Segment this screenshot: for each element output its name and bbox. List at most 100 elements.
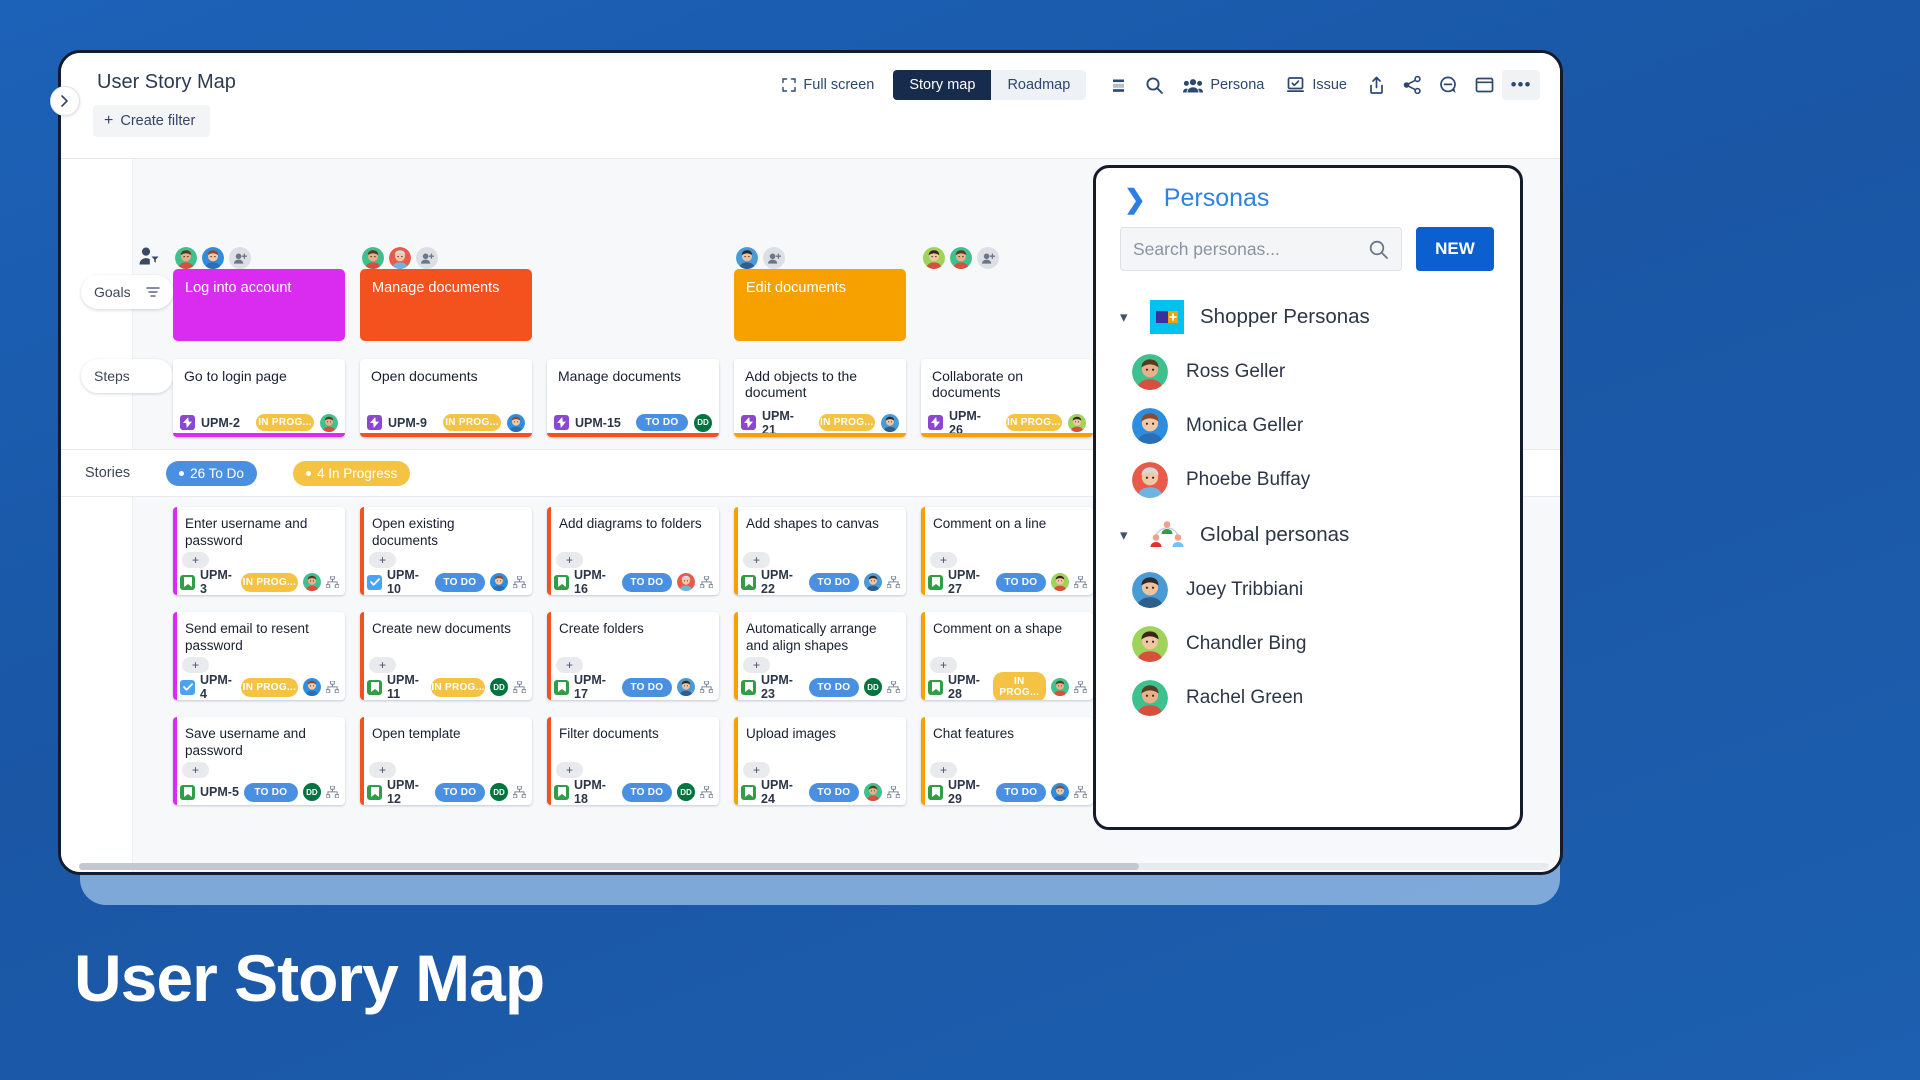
assignee-avatar[interactable] [864, 783, 882, 801]
story-card[interactable]: Upload images+UPM-24TO DO [734, 717, 906, 805]
story-card[interactable]: Chat features+UPM-29TO DO [921, 717, 1093, 805]
status-badge[interactable]: TO DO [244, 783, 298, 802]
share-button[interactable] [1394, 69, 1430, 101]
persona-group[interactable]: ▾Shopper Personas [1096, 289, 1520, 345]
issue-key[interactable]: UPM-23 [761, 673, 804, 700]
add-subtask-button[interactable]: + [930, 552, 957, 568]
board-button[interactable] [1466, 69, 1502, 101]
new-persona-button[interactable]: NEW [1416, 227, 1494, 271]
horizontal-scrollbar[interactable] [79, 863, 1549, 870]
status-badge[interactable]: TO DO [809, 678, 859, 697]
add-subtask-button[interactable]: + [743, 552, 770, 568]
chevron-right-icon[interactable]: ❯ [1124, 186, 1146, 212]
issue-key[interactable]: UPM-18 [574, 778, 617, 805]
status-badge[interactable]: TO DO [809, 783, 859, 802]
assignee-avatar[interactable] [507, 414, 525, 432]
status-badge[interactable]: TO DO [622, 783, 672, 802]
avatar[interactable] [202, 247, 224, 269]
issue-key[interactable]: UPM-10 [387, 568, 430, 595]
status-badge[interactable]: IN PROG... [241, 573, 298, 592]
status-badge[interactable]: TO DO [435, 573, 485, 592]
status-badge-todo[interactable]: 26 To Do [166, 461, 257, 486]
filter-person-icon[interactable] [139, 247, 159, 265]
persona-list-item[interactable]: Joey Tribbiani [1096, 563, 1520, 617]
step-card[interactable]: Collaborate on documentsUPM-26IN PROG... [921, 359, 1093, 437]
chevron-down-icon[interactable]: ▾ [1120, 526, 1134, 544]
story-card[interactable]: Open existing documents+UPM-10TO DO [360, 507, 532, 595]
story-card[interactable]: Enter username and password+UPM-3IN PROG… [173, 507, 345, 595]
avatar[interactable] [175, 247, 197, 269]
sidebar-collapse-button[interactable] [50, 86, 80, 116]
issue-button[interactable]: Issue [1275, 71, 1358, 100]
add-subtask-button[interactable]: + [369, 552, 396, 568]
add-subtask-button[interactable]: + [369, 657, 396, 673]
story-card[interactable]: Create new documents+UPM-11IN PROG...DD [360, 612, 532, 700]
status-badge[interactable]: TO DO [622, 573, 672, 592]
add-subtask-button[interactable]: + [182, 762, 209, 778]
avatar[interactable] [950, 247, 972, 269]
issue-key[interactable]: UPM-4 [200, 673, 236, 700]
add-subtask-button[interactable]: + [930, 657, 957, 673]
status-badge[interactable]: IN PROG... [431, 678, 485, 697]
assignee-avatar[interactable] [303, 678, 321, 696]
fullscreen-button[interactable]: Full screen [771, 71, 885, 99]
persona-list-item[interactable]: Ross Geller [1096, 345, 1520, 399]
issue-key[interactable]: UPM-5 [200, 785, 239, 799]
export-button[interactable] [1358, 69, 1394, 101]
step-card[interactable]: Manage documentsUPM-15TO DODD [547, 359, 719, 437]
tab-story-map[interactable]: Story map [893, 70, 991, 100]
assignee-initials-avatar[interactable]: DD [694, 414, 712, 432]
list-view-button[interactable] [1100, 69, 1136, 101]
avatar[interactable] [389, 247, 411, 269]
issue-key[interactable]: UPM-16 [574, 568, 617, 595]
status-badge[interactable]: TO DO [809, 573, 859, 592]
persona-button[interactable]: Persona [1172, 71, 1275, 99]
assignee-initials-avatar[interactable]: DD [490, 783, 508, 801]
issue-key[interactable]: UPM-22 [761, 568, 804, 595]
assignee-avatar[interactable] [677, 678, 695, 696]
assignee-initials-avatar[interactable]: DD [864, 678, 882, 696]
add-subtask-button[interactable]: + [930, 762, 957, 778]
create-filter-button[interactable]: + Create filter [93, 105, 210, 137]
add-persona-icon[interactable] [763, 247, 785, 269]
status-badge[interactable]: IN PROG... [819, 414, 875, 431]
add-subtask-button[interactable]: + [182, 552, 209, 568]
search-personas-input[interactable]: Search personas... [1120, 227, 1402, 271]
status-badge[interactable]: TO DO [622, 678, 672, 697]
goal-card[interactable]: Manage documents [360, 269, 532, 341]
persona-group[interactable]: ▾Global personas [1096, 507, 1520, 563]
avatar[interactable] [362, 247, 384, 269]
lane-goals[interactable]: Goals [81, 275, 173, 309]
avatar[interactable] [736, 247, 758, 269]
add-persona-icon[interactable] [416, 247, 438, 269]
story-card[interactable]: Create folders+UPM-17TO DO [547, 612, 719, 700]
issue-key[interactable]: UPM-12 [387, 778, 430, 805]
assignee-initials-avatar[interactable]: DD [303, 783, 321, 801]
assignee-avatar[interactable] [1051, 783, 1069, 801]
issue-key[interactable]: UPM-9 [388, 416, 427, 430]
add-subtask-button[interactable]: + [743, 762, 770, 778]
assignee-avatar[interactable] [320, 414, 338, 432]
issue-key[interactable]: UPM-17 [574, 673, 617, 700]
chevron-down-icon[interactable]: ▾ [1120, 308, 1134, 326]
status-badge[interactable]: IN PROG... [993, 672, 1046, 700]
persona-list-item[interactable]: Rachel Green [1096, 671, 1520, 725]
assignee-avatar[interactable] [864, 573, 882, 591]
search-button[interactable] [1136, 69, 1172, 101]
comment-button[interactable] [1430, 69, 1466, 101]
story-card[interactable]: Add diagrams to folders+UPM-16TO DO [547, 507, 719, 595]
assignee-avatar[interactable] [303, 573, 321, 591]
status-badge[interactable]: TO DO [636, 414, 688, 431]
status-badge[interactable]: IN PROG... [1006, 414, 1062, 431]
step-card[interactable]: Open documentsUPM-9IN PROG... [360, 359, 532, 437]
assignee-avatar[interactable] [1068, 414, 1086, 432]
add-persona-icon[interactable] [977, 247, 999, 269]
persona-list-item[interactable]: Monica Geller [1096, 399, 1520, 453]
status-badge[interactable]: IN PROG... [443, 414, 501, 431]
add-subtask-button[interactable]: + [556, 657, 583, 673]
status-badge[interactable]: IN PROG... [241, 678, 298, 697]
assignee-avatar[interactable] [677, 573, 695, 591]
assignee-initials-avatar[interactable]: DD [490, 678, 508, 696]
story-card[interactable]: Add shapes to canvas+UPM-22TO DO [734, 507, 906, 595]
lane-steps[interactable]: Steps [81, 359, 173, 393]
